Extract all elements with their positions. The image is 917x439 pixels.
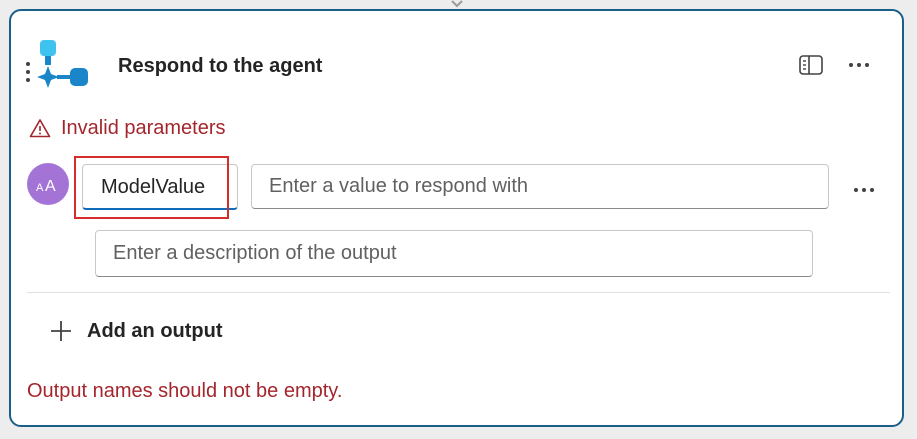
add-output-label: Add an output xyxy=(87,319,223,342)
svg-text:A: A xyxy=(36,182,44,194)
connector-arrow-icon xyxy=(451,0,463,8)
more-options-icon[interactable] xyxy=(847,59,871,71)
warning-icon xyxy=(29,119,51,138)
plus-icon xyxy=(51,321,71,341)
invalid-parameters-warning: Invalid parameters xyxy=(29,115,226,141)
add-output-button[interactable]: Add an output xyxy=(49,316,223,346)
text-type-icon: A A xyxy=(36,178,56,194)
output-name-field[interactable]: ModelValue xyxy=(82,164,238,210)
warning-text: Invalid parameters xyxy=(61,116,226,139)
drag-handle-icon[interactable] xyxy=(25,61,31,83)
agent-node-icon xyxy=(37,40,88,88)
side-panel-icon[interactable] xyxy=(798,54,824,76)
card-title: Respond to the agent xyxy=(118,55,323,77)
divider xyxy=(27,292,890,293)
output-more-options-icon[interactable] xyxy=(852,184,876,196)
output-value-input[interactable] xyxy=(251,164,829,209)
respond-to-agent-card[interactable]: Respond to the agent Invalid parameters … xyxy=(9,9,904,427)
output-error-message: Output names should not be empty. xyxy=(27,380,343,402)
output-description-input[interactable] xyxy=(95,230,813,277)
output-type-avatar: A A xyxy=(27,163,69,205)
svg-text:A: A xyxy=(45,178,56,194)
